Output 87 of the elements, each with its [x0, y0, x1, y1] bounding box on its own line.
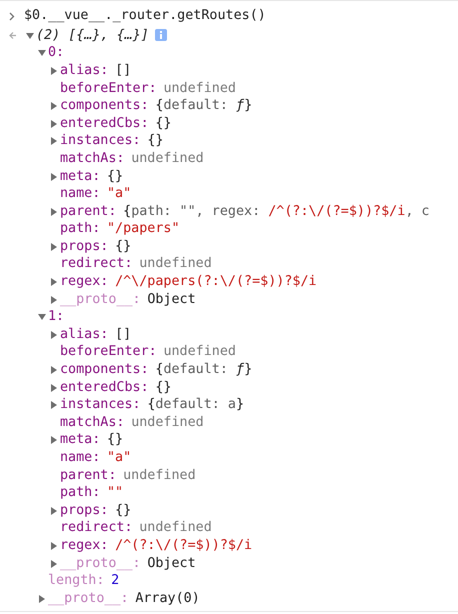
expand-icon[interactable]: [51, 102, 57, 110]
property-key: matchAs:: [60, 412, 124, 433]
property-key: name:: [60, 448, 100, 468]
property-value: {}: [115, 238, 132, 256]
property-value: {}: [147, 132, 164, 150]
expand-icon[interactable]: [51, 330, 57, 339]
expand-icon[interactable]: [51, 66, 57, 75]
expand-icon[interactable]: [51, 560, 57, 568]
expand-icon[interactable]: [51, 172, 57, 181]
property-key: 1:: [48, 307, 64, 328]
expand-icon[interactable]: [51, 137, 57, 146]
property-key: props:: [60, 500, 108, 521]
property-value: {}: [155, 378, 172, 397]
property-key: instances:: [60, 395, 141, 416]
property-key: path:: [60, 219, 100, 240]
property-value: "a": [107, 185, 132, 204]
expand-icon[interactable]: [51, 366, 57, 374]
property-key: beforeEnter:: [60, 342, 157, 363]
property-key: redirect:: [60, 518, 133, 538]
property-value: 2: [111, 572, 120, 590]
property-key: meta:: [60, 430, 100, 451]
property-key: instances:: [60, 131, 141, 152]
expand-icon[interactable]: [51, 208, 57, 216]
property-value: /^(?:\/(?=$))?$/i: [115, 536, 252, 555]
property-value: {}: [155, 114, 172, 133]
collapse-icon[interactable]: [38, 314, 46, 320]
expand-icon[interactable]: [51, 296, 57, 304]
property-key: beforeEnter:: [60, 78, 157, 99]
property-key: props:: [60, 236, 108, 257]
property-value: /^\/papers(?:\/(?=$))?$/i: [115, 273, 317, 292]
property-key: enteredCbs:: [60, 114, 149, 134]
property-value: Array(0): [135, 590, 200, 608]
property-value: []: [115, 326, 132, 344]
expand-icon[interactable]: [51, 278, 57, 286]
prompt-icon: [9, 12, 15, 20]
return-arrow-icon: [8, 31, 16, 40]
property-key: components:: [60, 360, 149, 380]
property-key: name:: [60, 184, 100, 204]
property-key: matchAs:: [60, 148, 124, 170]
property-key: __proto__:: [60, 290, 141, 310]
property-value: undefined: [139, 519, 212, 538]
property-value: "a": [107, 449, 132, 467]
property-value: {default: ƒ}: [155, 361, 252, 380]
property-value: {path: "", regex: /^(?:\/(?=$))?$/i, c: [123, 202, 430, 221]
property-key: redirect:: [60, 254, 133, 275]
property-key: enteredCbs:: [60, 378, 149, 398]
property-value: "": [107, 484, 124, 502]
expand-icon[interactable]: [51, 242, 57, 251]
property-value: undefined: [131, 150, 204, 168]
property-value: {default: a}: [147, 396, 244, 414]
property-key: regex:: [60, 536, 108, 556]
expand-icon[interactable]: [51, 506, 57, 515]
command-text: $0.__vue__._router.getRoutes(): [24, 6, 266, 25]
property-value: undefined: [163, 343, 236, 362]
expand-icon[interactable]: [51, 436, 57, 444]
property-value: undefined: [139, 255, 212, 274]
collapse-icon[interactable]: [26, 32, 34, 39]
property-value: {}: [115, 502, 132, 520]
property-key: __proto__:: [48, 588, 129, 609]
property-value: undefined: [131, 414, 204, 432]
property-key: parent:: [60, 466, 116, 486]
property-key: alias:: [60, 60, 108, 82]
property-value: Object: [147, 554, 196, 573]
array-summary: (2) [{…}, {…}]: [36, 26, 149, 45]
property-value: {}: [107, 168, 124, 186]
property-key: 0:: [48, 43, 64, 64]
expand-icon[interactable]: [51, 120, 57, 128]
property-value: undefined: [163, 80, 236, 98]
property-value: "/papers": [107, 220, 180, 238]
collapse-icon[interactable]: [38, 50, 46, 56]
property-value: {}: [107, 431, 124, 450]
property-value: []: [115, 62, 132, 80]
expand-icon[interactable]: [51, 384, 57, 392]
property-key: __proto__:: [60, 554, 141, 574]
expand-icon[interactable]: [51, 542, 57, 550]
expand-icon[interactable]: [51, 401, 57, 410]
property-value: undefined: [123, 466, 196, 485]
property-key: meta:: [60, 166, 100, 187]
property-key: regex:: [60, 272, 108, 292]
expand-icon[interactable]: [39, 594, 45, 603]
property-value: Object: [147, 290, 196, 309]
property-value: {default: ƒ}: [155, 97, 252, 116]
property-key: path:: [60, 483, 100, 504]
property-key: components:: [60, 96, 149, 116]
property-key: parent:: [60, 202, 116, 222]
property-key: alias:: [60, 324, 108, 345]
property-key: length:: [48, 571, 104, 592]
